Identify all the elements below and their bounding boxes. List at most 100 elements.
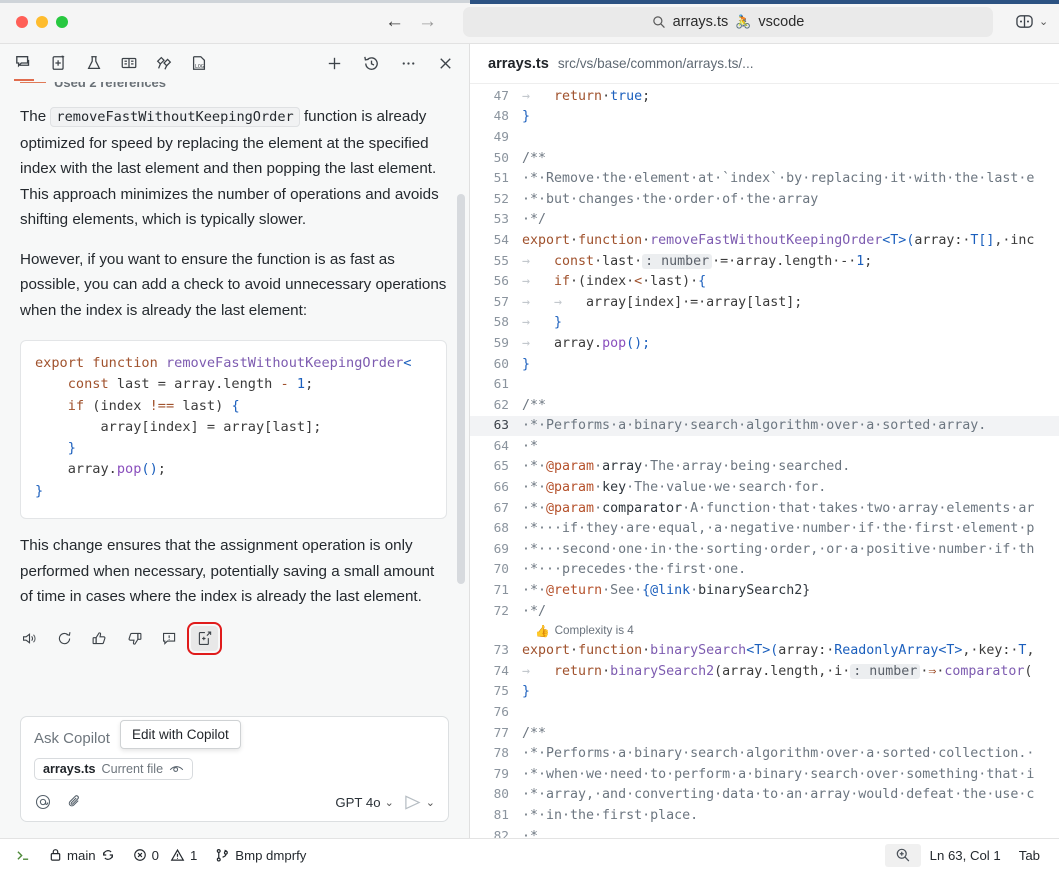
code-line[interactable]: 76: [470, 702, 1059, 723]
code-line[interactable]: 64·*: [470, 436, 1059, 457]
sync-icon[interactable]: [101, 848, 115, 862]
code-line[interactable]: 48}: [470, 107, 1059, 128]
code-line[interactable]: 65·*·@param·array·The·array·being·search…: [470, 457, 1059, 478]
model-picker[interactable]: GPT 4o ⌄: [335, 795, 393, 810]
close-window-button[interactable]: [16, 16, 28, 28]
code-line[interactable]: 78·*·Performs·a·binary·search·algorithm·…: [470, 743, 1059, 764]
zoom-indicator[interactable]: [885, 844, 921, 867]
assistant-paragraph-2: However, if you want to ensure the funct…: [20, 247, 447, 324]
chevron-down-icon[interactable]: ⌄: [385, 796, 394, 809]
copilot-chat-panel: LOG: [0, 44, 470, 838]
source-control-branch[interactable]: main: [40, 839, 124, 871]
code-line[interactable]: 75}: [470, 682, 1059, 703]
flask-icon[interactable]: [82, 51, 106, 75]
line-number: 72: [470, 604, 522, 619]
code-line[interactable]: 61: [470, 374, 1059, 395]
code-line[interactable]: 56→ if·(index·<·last)·{: [470, 271, 1059, 292]
context-chip-current-file[interactable]: arrays.ts Current file: [34, 758, 193, 780]
codelens-complexity[interactable]: 👍Complexity is 4: [470, 621, 1059, 640]
code-line[interactable]: 59→ array.pop();: [470, 333, 1059, 354]
eye-icon[interactable]: [169, 764, 184, 775]
line-number: 60: [470, 357, 522, 372]
code-line[interactable]: 73export·function·binarySearch<T>(array:…: [470, 640, 1059, 661]
code-line[interactable]: 71·*·@return·See·{@link·binarySearch2}: [470, 580, 1059, 601]
breadcrumb-file[interactable]: arrays.ts: [488, 56, 549, 72]
code-line-text: ·*·Performs·a·binary·search·algorithm·ov…: [522, 418, 986, 433]
code-line[interactable]: 62/**: [470, 395, 1059, 416]
navigation-arrows[interactable]: ← →: [385, 12, 437, 31]
code-line[interactable]: 51·*·Remove·the·element·at·`index`·by·re…: [470, 168, 1059, 189]
send-button[interactable]: ⌄: [403, 794, 435, 811]
at-icon[interactable]: [34, 793, 52, 811]
paperclip-icon[interactable]: [66, 793, 84, 811]
traffic-lights[interactable]: [0, 16, 120, 28]
book-icon[interactable]: [117, 51, 141, 75]
breadcrumb[interactable]: arrays.ts src/vs/base/common/arrays.ts/.…: [470, 44, 1059, 84]
forward-arrow-icon[interactable]: →: [418, 12, 437, 31]
ports-indicator[interactable]: Bmp dmprfy: [206, 839, 315, 871]
new-edit-session-icon[interactable]: [47, 51, 71, 75]
code-line[interactable]: 70·*···precedes·the·first·one.: [470, 560, 1059, 581]
command-center-search[interactable]: arrays.ts 🚴 vscode: [463, 7, 993, 37]
code-line[interactable]: 57→ → array[index]·=·array[last];: [470, 292, 1059, 313]
title-bar: ← → arrays.ts 🚴 vscode ⌄: [0, 0, 1059, 44]
chevron-down-icon[interactable]: ⌄: [1039, 15, 1048, 28]
code-line-text: ·*·Performs·a·binary·search·algorithm·ov…: [522, 746, 1034, 761]
more-icon[interactable]: [396, 51, 420, 75]
code-line[interactable]: 74→ return·binarySearch2(array.length,·i…: [470, 661, 1059, 682]
code-line[interactable]: 68·*···if·they·are·equal,·a·negative·num…: [470, 518, 1059, 539]
code-line[interactable]: 63·*·Performs·a·binary·search·algorithm·…: [470, 416, 1059, 437]
code-line[interactable]: 69·*···second·one·in·the·sorting·order,·…: [470, 539, 1059, 560]
code-line[interactable]: 67·*·@param·comparator·A·function·that·t…: [470, 498, 1059, 519]
branch-name: main: [67, 848, 96, 863]
layout-icon: [1015, 13, 1034, 30]
back-arrow-icon[interactable]: ←: [385, 12, 404, 31]
history-icon[interactable]: [359, 51, 383, 75]
thumbs-down-icon[interactable]: [121, 626, 148, 651]
code-line[interactable]: 53·*/: [470, 210, 1059, 231]
close-icon[interactable]: [433, 51, 457, 75]
code-line[interactable]: 52·*·but·changes·the·order·of·the·array: [470, 189, 1059, 210]
maximize-window-button[interactable]: [56, 16, 68, 28]
code-line[interactable]: 47→ return·true;: [470, 86, 1059, 107]
code-line[interactable]: 66·*·@param·key·The·value·we·search·for.: [470, 477, 1059, 498]
log-icon[interactable]: LOG: [187, 51, 211, 75]
code-line[interactable]: 82·*: [470, 826, 1059, 838]
indentation-mode[interactable]: Tab: [1010, 848, 1049, 863]
chevron-down-icon[interactable]: ⌄: [426, 796, 435, 809]
code-line[interactable]: 50/**: [470, 148, 1059, 169]
edit-with-copilot-icon[interactable]: [191, 626, 218, 651]
thumbs-up-icon[interactable]: [86, 626, 113, 651]
minimize-window-button[interactable]: [36, 16, 48, 28]
code-line[interactable]: 80·*·array,·and·converting·data·to·an·ar…: [470, 785, 1059, 806]
code-line[interactable]: 58→ }: [470, 313, 1059, 334]
code-line-text: ·*·@param·comparator·A·function·that·tak…: [522, 501, 1034, 516]
chat-icon[interactable]: [12, 51, 36, 75]
code-line[interactable]: 55→ const·last·: number·=·array.length·-…: [470, 251, 1059, 272]
customize-layout-button[interactable]: ⌄: [1015, 13, 1048, 30]
code-line[interactable]: 81·*·in·the·first·place.: [470, 805, 1059, 826]
code-editor[interactable]: 47→ return·true;48}4950/**51·*·Remove·th…: [470, 84, 1059, 838]
code-line[interactable]: 72·*/: [470, 601, 1059, 622]
speaker-icon[interactable]: [16, 626, 43, 651]
code-line-text: ·*: [522, 829, 538, 838]
code-line[interactable]: 60}: [470, 354, 1059, 375]
code-line[interactable]: 49: [470, 127, 1059, 148]
chat-scrollbar[interactable]: [457, 194, 465, 584]
report-icon[interactable]: [156, 626, 183, 651]
refresh-icon[interactable]: [51, 626, 78, 651]
problems-indicator[interactable]: 0 1: [124, 839, 207, 871]
debug-icon[interactable]: [152, 51, 176, 75]
breadcrumb-path[interactable]: src/vs/base/common/arrays.ts/...: [558, 56, 754, 71]
plus-icon[interactable]: [322, 51, 346, 75]
remote-indicator[interactable]: [10, 839, 40, 871]
line-number: 73: [470, 643, 522, 658]
cursor-position[interactable]: Ln 63, Col 1: [921, 848, 1010, 863]
code-line[interactable]: 54export·function·removeFastWithoutKeepi…: [470, 230, 1059, 251]
code-line[interactable]: 77/**: [470, 723, 1059, 744]
code-line-text: ·*·@param·array·The·array·being·searched…: [522, 459, 850, 474]
used-references-header[interactable]: Used 2 references: [20, 82, 447, 90]
code-line[interactable]: 79·*·when·we·need·to·perform·a·binary·se…: [470, 764, 1059, 785]
line-number: 56: [470, 274, 522, 289]
vscode-window: ← → arrays.ts 🚴 vscode ⌄: [0, 0, 1059, 871]
